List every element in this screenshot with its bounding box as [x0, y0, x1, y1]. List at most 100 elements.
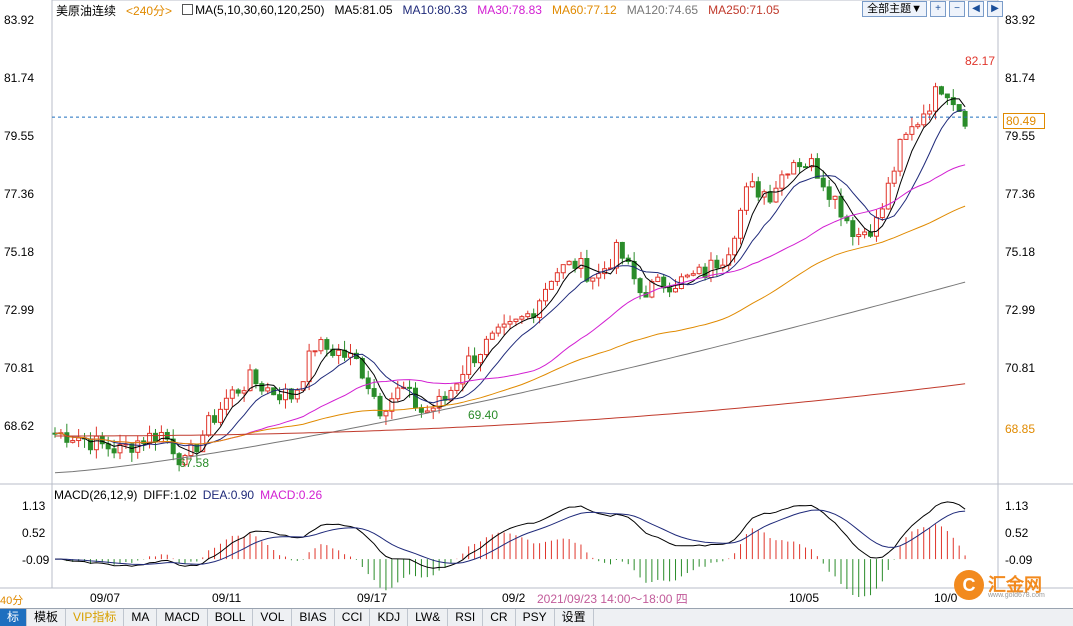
candle-body: [814, 158, 820, 179]
current-price-badge: 80.49: [1003, 113, 1045, 129]
macd-header: MACD(26,12,9) DIFF:1.02 DEA:0.90 MACD:0.…: [54, 488, 322, 502]
candle-body: [613, 241, 619, 269]
candle-body: [212, 415, 218, 423]
candle-body: [684, 274, 690, 278]
candle-body: [927, 110, 933, 115]
low-annotation: 67.58: [179, 456, 210, 470]
candle-body: [318, 339, 324, 352]
scroll-right-button[interactable]: ▶: [987, 1, 1003, 17]
candle-body: [649, 281, 655, 298]
zoom-out-button[interactable]: −: [949, 1, 965, 17]
tab-cr[interactable]: CR: [483, 609, 516, 626]
tab-psy[interactable]: PSY: [516, 609, 555, 626]
candle-body: [64, 432, 70, 443]
candle-body: [277, 394, 283, 401]
candle-body: [111, 448, 117, 454]
y-left-tick: 68.62: [4, 419, 35, 433]
tab-kdj[interactable]: KDJ: [370, 609, 409, 626]
x-tick: 09/17: [357, 591, 388, 605]
zoom-in-button[interactable]: +: [930, 1, 946, 17]
candle-body: [820, 177, 826, 188]
ma-line: [55, 383, 966, 437]
candle-body: [738, 209, 744, 239]
candle-body: [572, 260, 578, 269]
macd-left-tick: 1.13: [22, 499, 46, 513]
tab-bias[interactable]: BIAS: [292, 609, 335, 626]
candle-body: [501, 323, 507, 328]
candle-body: [336, 349, 342, 356]
tab-settings[interactable]: 设置: [555, 609, 594, 626]
symbol-label: 美原油连续: [56, 3, 117, 18]
ma30-label: MA30:78.83: [477, 3, 542, 17]
x-tick: 10/05: [789, 591, 820, 605]
candle-body: [915, 124, 921, 128]
candle-body: [785, 173, 791, 176]
candle-body: [217, 408, 223, 423]
candle-body: [395, 387, 401, 400]
y-right-tick: 72.99: [1005, 303, 1036, 317]
tab-template[interactable]: 模板: [27, 609, 67, 626]
chart-canvas[interactable]: [0, 0, 1073, 608]
macd-value: MACD:0.26: [260, 488, 323, 502]
period-label[interactable]: <240分>: [126, 2, 172, 19]
high-annotation: 82.17: [965, 54, 996, 68]
theme-select[interactable]: 全部主题▼: [862, 1, 927, 17]
candle-body: [466, 355, 472, 375]
candle-body: [543, 288, 549, 302]
candle-body: [944, 93, 950, 99]
candle-body: [223, 397, 229, 410]
tab-ma[interactable]: MA: [124, 609, 158, 626]
candle-body: [791, 162, 797, 175]
logo-url: www.gold678.com: [988, 592, 1045, 599]
y-right-tick: 83.92: [1005, 13, 1036, 27]
candle-body: [696, 266, 702, 275]
candle-body: [282, 388, 288, 401]
candle-body: [797, 162, 803, 168]
candle-body: [743, 186, 749, 211]
tab-indicator[interactable]: 标: [0, 609, 28, 626]
ma250-label: MA250:71.05: [708, 3, 780, 17]
candle-body: [938, 86, 944, 95]
tab-macd[interactable]: MACD: [157, 609, 208, 626]
candle-body: [856, 234, 862, 238]
tab-vip[interactable]: VIP指标: [66, 609, 125, 626]
candle-body: [454, 383, 460, 391]
candle-body: [850, 220, 856, 238]
candle-body: [903, 133, 909, 140]
candle-body: [838, 195, 844, 218]
ma60-label: MA60:77.12: [551, 3, 617, 17]
candle-body: [513, 318, 519, 323]
candle-body: [259, 383, 265, 392]
low-annotation: 69.40: [468, 408, 499, 422]
candle-body: [909, 126, 915, 135]
macd-dea: DEA:0.90: [202, 488, 255, 502]
candle-body: [667, 287, 673, 293]
tab-rsi[interactable]: RSI: [448, 609, 484, 626]
candle-body: [206, 415, 212, 436]
candle-body: [702, 266, 708, 279]
candle-body: [76, 437, 82, 442]
indicator-tab-bar: 标 模板 VIP指标 MA MACD BOLL VOL BIAS CCI KDJ…: [0, 608, 1073, 626]
macd-title: MACD(26,12,9): [54, 488, 138, 502]
candle-body: [767, 191, 773, 203]
chart-header: 美原油连续 <240分> MA(5,10,30,60,120,250) MA5:…: [56, 2, 779, 18]
tab-cci[interactable]: CCI: [335, 609, 371, 626]
tab-boll[interactable]: BOLL: [208, 609, 254, 626]
candle-body: [732, 237, 738, 256]
candle-body: [873, 217, 879, 237]
tab-lw[interactable]: LW&: [408, 609, 449, 626]
scroll-left-button[interactable]: ◀: [968, 1, 984, 17]
candle-body: [921, 113, 927, 126]
tab-vol[interactable]: VOL: [253, 609, 293, 626]
candle-body: [868, 231, 874, 237]
y-left-tick: 75.18: [4, 245, 35, 259]
candle-body: [554, 272, 560, 282]
candle-body: [891, 170, 897, 184]
x-tick: 09/11: [212, 591, 242, 605]
candle-body: [324, 339, 330, 350]
macd-left-tick: 0.52: [22, 526, 46, 540]
candle-body: [962, 110, 968, 127]
y-right-tick: 75.18: [1005, 245, 1036, 259]
candle-body: [371, 388, 377, 397]
y-left-tick: 83.92: [4, 13, 35, 27]
